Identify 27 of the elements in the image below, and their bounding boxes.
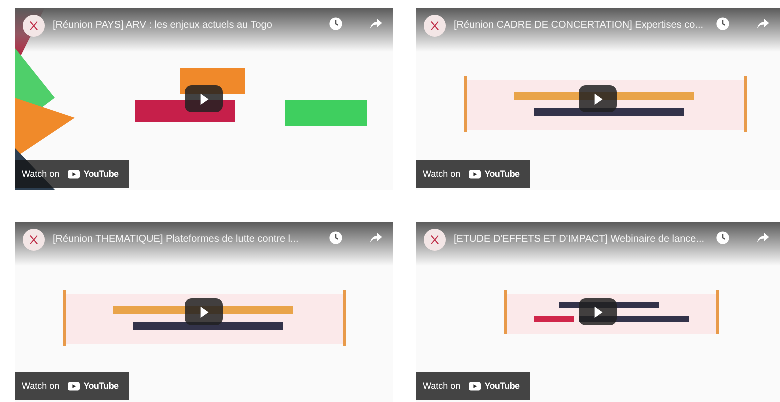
- youtube-logo-icon: [468, 170, 481, 178]
- share-icon[interactable]: [756, 231, 770, 245]
- clock-icon[interactable]: [329, 17, 343, 31]
- play-button[interactable]: [185, 298, 223, 326]
- play-button[interactable]: [185, 86, 223, 112]
- video-player[interactable]: [Réunion CADRE DE CONCERTATION] Expertises co... Watch on YouTube: [416, 8, 780, 190]
- video-player[interactable]: [Réunion THEMATIQUE] Plateformes de lutte contre l... Watch on YouTube: [15, 222, 393, 402]
- play-button[interactable]: [579, 86, 617, 112]
- watch-on-youtube-button[interactable]: Watch on YouTube: [15, 160, 129, 188]
- watch-on-youtube-button[interactable]: Watch on YouTube: [416, 160, 530, 188]
- clock-icon[interactable]: [716, 231, 730, 245]
- watch-on-youtube-button[interactable]: Watch on YouTube: [15, 372, 129, 400]
- video-player[interactable]: [Réunion PAYS] ARV : les enjeux actuels au Togo Watch on YouTube: [15, 8, 393, 190]
- share-icon[interactable]: [369, 17, 383, 31]
- clock-icon[interactable]: [329, 231, 343, 245]
- watch-on-youtube-button[interactable]: Watch on YouTube: [416, 372, 530, 400]
- play-button[interactable]: [579, 298, 617, 326]
- video-player[interactable]: [ETUDE D'EFFETS ET D'IMPACT] Webinaire de lance... Watch on YouTube: [416, 222, 780, 402]
- clock-icon[interactable]: [716, 17, 730, 31]
- youtube-logo-icon: [68, 382, 80, 390]
- share-icon[interactable]: [369, 231, 383, 245]
- channel-avatar[interactable]: [23, 229, 45, 251]
- youtube-logo-icon: [468, 382, 481, 390]
- youtube-logo-icon: [68, 170, 80, 178]
- channel-avatar[interactable]: [424, 229, 446, 251]
- share-icon[interactable]: [756, 17, 770, 31]
- channel-avatar[interactable]: [424, 15, 446, 37]
